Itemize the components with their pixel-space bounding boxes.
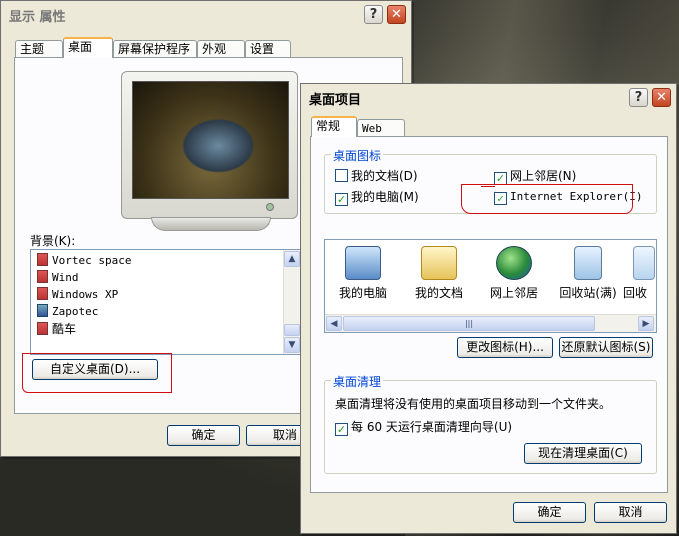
checkmark-icon[interactable]: ✓ [335,423,348,436]
tab-desktop[interactable]: 桌面 [63,37,113,58]
scroll-left-icon[interactable]: ◀ [326,316,342,331]
monitor-preview [121,71,298,219]
recycle-bin-full-item[interactable]: 回收站(满) [553,246,623,301]
image-file-icon [37,322,48,335]
my-computer-checkbox[interactable]: ✓ 我的电脑(M) [335,189,419,206]
close-button[interactable]: ✕ [387,5,406,24]
scroll-down-icon[interactable]: ▼ [284,337,300,353]
desktop-items-title: 桌面项目 [309,93,362,108]
icon-list-hscrollbar[interactable]: ◀ ||| ▶ [325,314,656,332]
network-places-checkbox[interactable]: ✓ 网上邻居(N) [494,168,576,185]
recycle-bin-item[interactable]: 回收 [623,246,656,301]
list-item[interactable]: Vortec space [37,253,131,269]
monitor-stand [151,217,271,231]
recycle-bin-icon [633,246,655,280]
image-file-icon [37,287,48,300]
display-titlebar[interactable]: 显示 属性 ? ✕ [1,1,411,27]
background-listbox[interactable]: Vortec space Wind Windows XP Zapotec 酷车 … [30,249,301,355]
tab-web[interactable]: Web [357,119,405,137]
list-item[interactable]: Wind [37,270,79,286]
background-label: 背景(K): [30,234,76,248]
annotation-box-customize [22,353,172,393]
wallpaper-preview [132,81,289,199]
list-item[interactable]: Zapotec [37,304,98,320]
desktop-icons-group-title: 桌面图标 [331,147,384,164]
power-led-icon [266,203,274,211]
list-item[interactable]: Windows XP [37,287,118,303]
scroll-right-icon[interactable]: ▶ [638,316,654,331]
help-button[interactable]: ? [364,5,383,24]
recycle-bin-full-icon [574,246,602,280]
help-button[interactable]: ? [629,88,648,107]
image-file-icon [37,304,48,317]
cancel-button[interactable]: 取消 [594,502,667,523]
network-globe-icon [496,246,532,280]
checkmark-icon[interactable]: ✓ [335,193,348,206]
list-item[interactable]: 酷车 [37,321,76,337]
tab-screensaver[interactable]: 屏幕保护程序 [113,40,197,58]
desktop-icon-list[interactable]: 我的电脑 我的文档 网上邻居 回收站(满) 回收 ◀ ||| ▶ [324,239,657,333]
desktop-cleanup-group-title: 桌面清理 [331,373,384,390]
scroll-up-icon[interactable]: ▲ [284,251,300,267]
ok-button[interactable]: 确定 [513,502,586,523]
image-file-icon [37,270,48,283]
restore-default-button[interactable]: 还原默认图标(S) [559,337,653,358]
scroll-thumb[interactable] [284,324,300,336]
tab-settings[interactable]: 设置 [245,40,291,58]
scroll-thumb[interactable]: ||| [343,316,595,331]
my-computer-item[interactable]: 我的电脑 [328,246,398,301]
tab-appearance[interactable]: 外观 [197,40,245,58]
annotation-box-ie [461,184,633,214]
my-documents-checkbox[interactable]: 我的文档(D) [335,168,418,184]
desktop-items-titlebar[interactable]: 桌面项目 ? ✕ [301,84,676,110]
folder-documents-icon [421,246,457,280]
display-window-title: 显示 属性 [9,10,66,25]
my-documents-item[interactable]: 我的文档 [404,246,474,301]
cleanup-description: 桌面清理将没有使用的桌面项目移动到一个文件夹。 [335,397,612,411]
ok-button[interactable]: 确定 [167,425,240,446]
tab-themes[interactable]: 主题 [15,40,63,58]
tab-general[interactable]: 常规 [311,116,357,137]
change-icon-button[interactable]: 更改图标(H)... [457,337,553,358]
cleanup-schedule-checkbox[interactable]: ✓ 每 60 天运行桌面清理向导(U) [335,419,512,436]
background-scrollbar[interactable]: ▲ ▼ [283,250,300,354]
my-computer-icon [345,246,381,280]
network-places-item[interactable]: 网上邻居 [479,246,549,301]
checkbox-box[interactable] [335,169,348,182]
annotation-stroke [481,186,495,187]
cleanup-now-button[interactable]: 现在清理桌面(C) [524,443,642,464]
desktop-items-window: 桌面项目 ? ✕ 常规 Web 桌面图标 我的文档(D) ✓ 网上邻居(N) ✓ 我… [300,83,677,534]
image-file-icon [37,253,48,266]
close-button[interactable]: ✕ [652,88,671,107]
